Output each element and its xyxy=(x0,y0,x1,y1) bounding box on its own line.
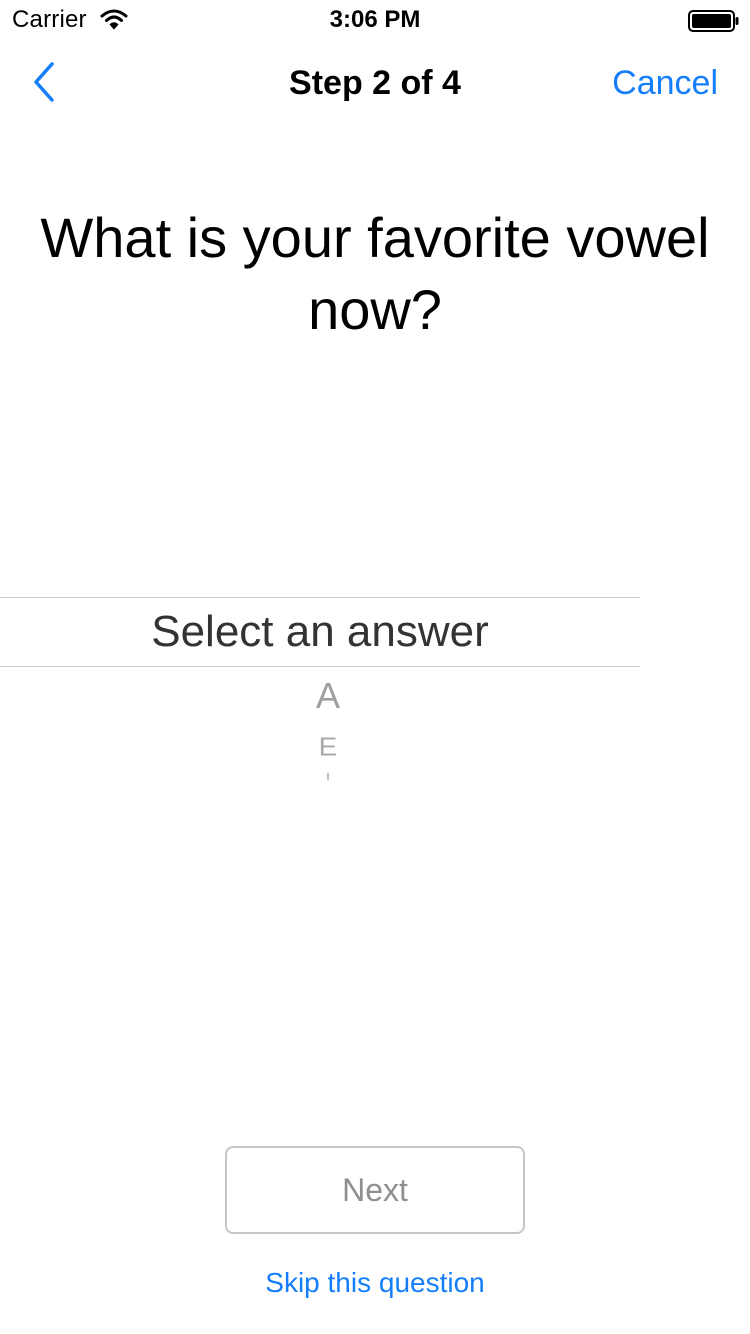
picker-option-a[interactable]: A xyxy=(0,675,656,717)
next-button[interactable]: Next xyxy=(225,1146,525,1234)
battery-icon xyxy=(688,10,740,32)
picker-option-i[interactable]: I xyxy=(0,771,656,784)
navigation-bar: Step 2 of 4 Cancel xyxy=(0,40,750,128)
status-bar: Carrier 3:06 PM xyxy=(0,0,750,40)
picker-option-e[interactable]: E xyxy=(0,732,656,761)
cancel-button[interactable]: Cancel xyxy=(612,64,718,103)
answer-picker[interactable]: Select an answer A E I xyxy=(0,597,640,807)
question-text: What is your favorite vowel now? xyxy=(40,206,710,341)
skip-question-link[interactable]: Skip this question xyxy=(0,1267,750,1299)
status-time: 3:06 PM xyxy=(329,6,421,33)
picker-selected-row[interactable]: Select an answer xyxy=(0,597,640,667)
screen: Carrier 3:06 PM Step 2 of 4 Cancel What … xyxy=(0,0,750,1334)
